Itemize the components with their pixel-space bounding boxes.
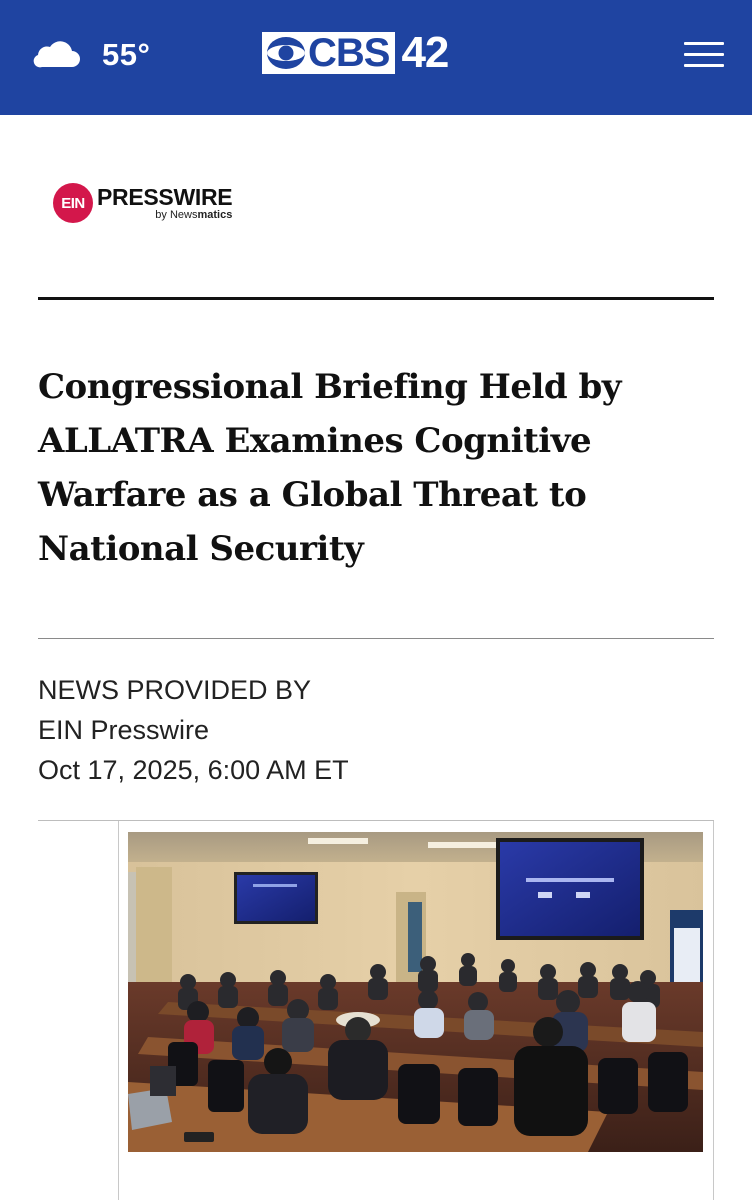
- weather-widget[interactable]: 55°: [24, 30, 150, 80]
- ein-presswire-logo[interactable]: EIN PRESSWIRE by Newsmatics: [53, 180, 233, 226]
- ein-mark: EIN: [53, 183, 93, 223]
- hamburger-menu-icon[interactable]: [684, 40, 724, 68]
- article-headline: Congressional Briefing Held by ALLATRA E…: [38, 367, 622, 569]
- channel-number: 42: [401, 28, 449, 77]
- site-header: 55° CBS 42: [0, 0, 752, 115]
- cbs-wordmark: CBS: [262, 31, 396, 75]
- cbs-text: CBS: [308, 31, 390, 75]
- divider-thick: [38, 297, 714, 300]
- byline-prefix: by News: [155, 208, 198, 221]
- byline-suffix: matics: [197, 208, 233, 221]
- news-provided-label: NEWS PROVIDED BY: [38, 675, 312, 705]
- partly-cloudy-icon: [24, 37, 84, 73]
- divider: [38, 638, 714, 639]
- conference-room-photo[interactable]: [128, 832, 703, 1152]
- presswire-word: PRESSWIRE: [97, 183, 233, 210]
- cbs42-logo[interactable]: CBS 42: [262, 28, 449, 77]
- provider-name[interactable]: EIN Presswire: [38, 710, 638, 750]
- ein-text: PRESSWIRE by Newsmatics: [97, 183, 233, 222]
- newsmatics-byline: by Newsmatics: [155, 209, 232, 222]
- publish-date: Oct 17, 2025, 6:00 AM ET: [38, 755, 349, 785]
- temperature: 55°: [102, 37, 151, 72]
- cbs-eye-icon: [267, 37, 305, 69]
